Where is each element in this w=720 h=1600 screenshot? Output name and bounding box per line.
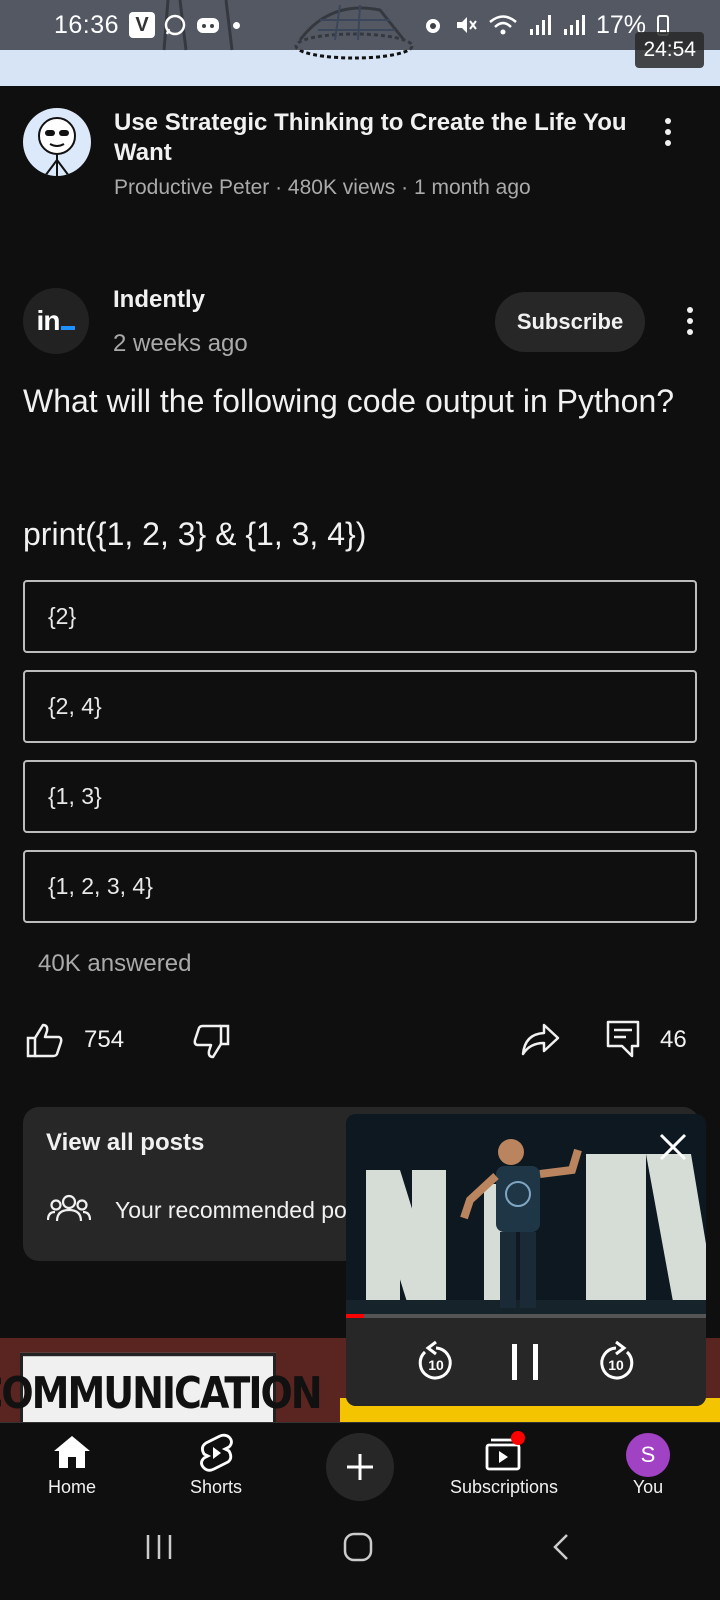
comment-icon	[606, 1020, 640, 1058]
answered-count: 40K answered	[38, 950, 192, 977]
subscribe-button[interactable]: Subscribe	[495, 292, 645, 352]
mini-player[interactable]: 10 10	[346, 1114, 706, 1406]
quiz-option[interactable]: {2, 4}	[23, 670, 697, 743]
video-meta: Productive Peter · 480K views · 1 month …	[114, 176, 531, 199]
whatsapp-icon	[164, 14, 186, 36]
nav-you-label: You	[632, 1477, 664, 1497]
video-more-icon[interactable]	[658, 114, 678, 150]
view-all-posts-title[interactable]: View all posts	[46, 1129, 204, 1157]
rewind-icon: 10	[418, 1340, 452, 1380]
system-navigation-bar	[0, 1506, 720, 1600]
recommended-posts-text: Your recommended po	[115, 1197, 347, 1223]
communication-title-graphic: COMMUNICATION	[0, 1352, 323, 1422]
more-notifications-dot	[233, 21, 241, 29]
post-channel-name[interactable]: Indently	[113, 286, 205, 314]
nav-shorts-label: Shorts	[189, 1477, 243, 1497]
system-icons: 17%	[422, 11, 670, 40]
nav-shorts[interactable]: Shorts	[156, 1423, 276, 1507]
rewind-seconds: 10	[428, 1357, 444, 1373]
forward-seconds: 10	[608, 1357, 624, 1373]
comments-button[interactable]	[606, 1020, 640, 1063]
video-duration-badge: 24:54	[635, 32, 704, 68]
forward-10-button[interactable]: 10	[596, 1340, 636, 1389]
signal-icon-2	[563, 15, 585, 35]
nav-subscriptions[interactable]: Subscriptions	[444, 1423, 564, 1507]
thumbs-up-icon	[26, 1023, 63, 1058]
post-question: What will the following code output in P…	[23, 383, 675, 419]
post-code: print({1, 2, 3} & {1, 3, 4})	[23, 516, 367, 552]
channel-avatar[interactable]	[23, 108, 91, 176]
dislike-button[interactable]	[192, 1024, 230, 1065]
nav-subscriptions-label: Subscriptions	[449, 1477, 559, 1497]
status-bar: 16:36 V 17%	[0, 0, 720, 50]
v-app-icon: V	[129, 12, 156, 38]
recent-apps-icon[interactable]	[144, 1532, 176, 1562]
plus-icon	[347, 1454, 373, 1480]
forward-icon: 10	[600, 1340, 634, 1380]
post-time: 2 weeks ago	[113, 330, 248, 357]
nav-home-label: Home	[47, 1477, 96, 1497]
wifi-icon	[489, 15, 517, 35]
pause-button[interactable]	[508, 1342, 542, 1387]
like-count: 754	[84, 1026, 125, 1053]
mute-icon	[456, 17, 477, 33]
share-icon	[521, 1023, 560, 1056]
speaker-on-stage-image	[346, 1114, 706, 1318]
video-title[interactable]: Use Strategic Thinking to Create the Lif…	[114, 108, 634, 168]
back-icon[interactable]	[550, 1532, 572, 1562]
mini-player-video[interactable]	[346, 1114, 706, 1318]
create-button[interactable]	[326, 1433, 394, 1501]
pause-icon	[512, 1344, 538, 1380]
home-system-icon[interactable]	[342, 1531, 374, 1563]
home-icon	[54, 1436, 90, 1468]
rewind-10-button[interactable]: 10	[416, 1340, 456, 1389]
alarm-icon	[425, 19, 440, 33]
discord-icon	[197, 18, 220, 33]
nav-you[interactable]: S You	[588, 1423, 708, 1507]
nav-home[interactable]: Home	[12, 1423, 132, 1507]
close-icon[interactable]	[658, 1132, 688, 1162]
like-button[interactable]	[26, 1022, 64, 1063]
notification-icons: V	[129, 12, 241, 38]
user-avatar: S	[626, 1433, 670, 1477]
quiz-option[interactable]: {2}	[23, 580, 697, 653]
subscriptions-notification-dot	[511, 1431, 525, 1445]
indently-avatar[interactable]: in	[23, 288, 89, 354]
comment-count: 46	[660, 1026, 687, 1053]
shorts-icon	[200, 1433, 233, 1472]
status-time: 16:36	[54, 10, 120, 39]
quiz-option[interactable]: {1, 3}	[23, 760, 697, 833]
video-list-item[interactable]: Use Strategic Thinking to Create the Lif…	[0, 86, 720, 236]
thumbs-down-icon	[193, 1024, 230, 1059]
mini-player-controls: 10 10	[346, 1318, 706, 1406]
people-icon	[47, 1194, 91, 1222]
share-button[interactable]	[520, 1022, 560, 1061]
quiz-option[interactable]: {1, 2, 3, 4}	[23, 850, 697, 923]
indently-logo-icon: in	[37, 305, 76, 337]
post-more-icon[interactable]	[680, 303, 700, 339]
signal-icon-1	[529, 15, 551, 35]
stick-figure-avatar-icon	[38, 117, 76, 176]
